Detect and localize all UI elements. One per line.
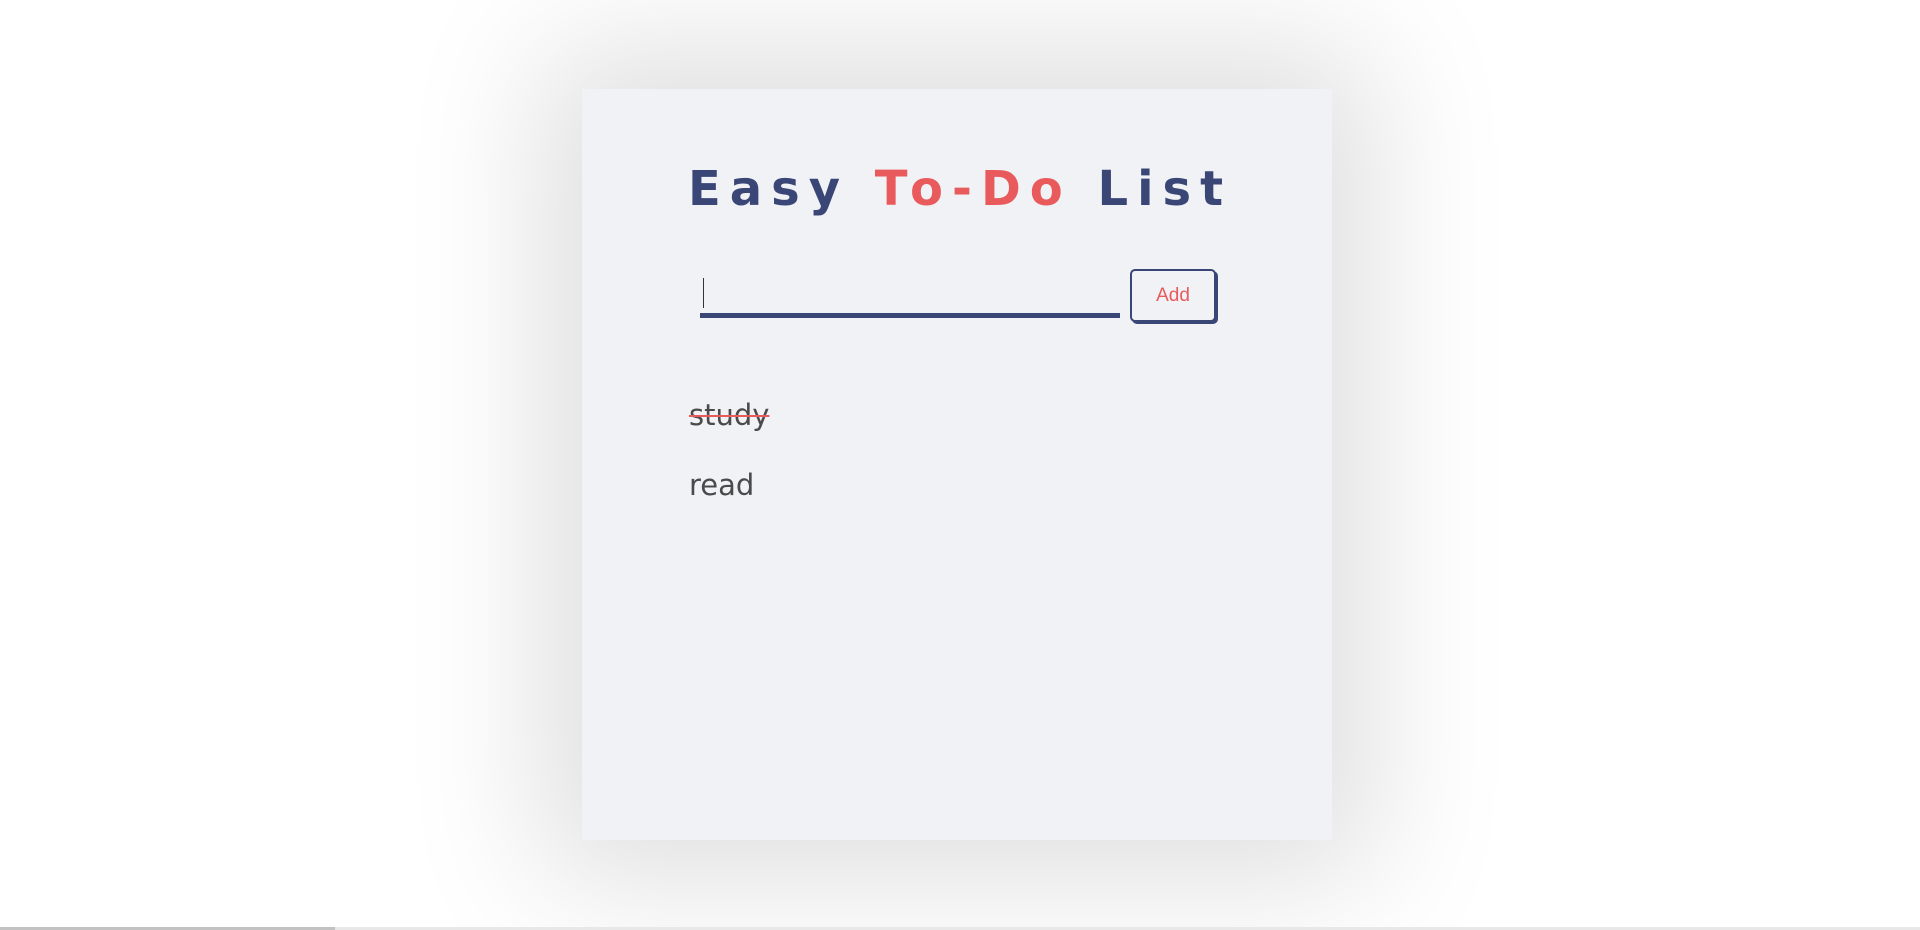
title-part-todo: To-Do (874, 161, 1072, 217)
title-part-list: List (1071, 161, 1233, 217)
page-title: Easy To-Do List (0, 160, 1920, 218)
todo-list: study read (689, 395, 769, 535)
todo-item-read[interactable]: read (689, 465, 769, 535)
title-part-easy: Easy (687, 161, 875, 217)
add-button[interactable]: Add (1130, 269, 1216, 322)
task-input[interactable] (700, 272, 1120, 318)
todo-item-study[interactable]: study (689, 395, 769, 465)
text-caret (703, 278, 704, 308)
page: Easy To-Do List Add study read (0, 0, 1920, 930)
